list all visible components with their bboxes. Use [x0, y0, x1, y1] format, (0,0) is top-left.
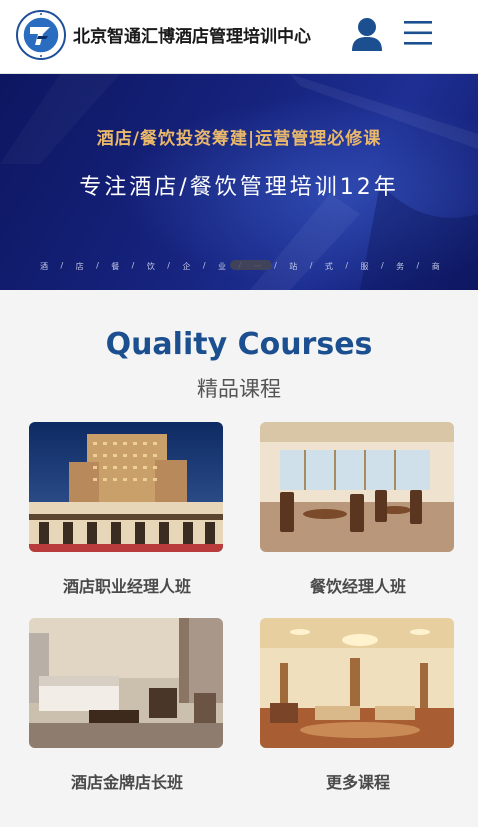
hotel-room-photo — [29, 618, 223, 748]
course-card-hotel-manager[interactable]: 酒店职业经理人班 — [29, 422, 225, 597]
banner-strip-char: / — [309, 261, 313, 270]
banner-strip-char: 式 — [324, 262, 333, 271]
banner-headline: 专注酒店/餐饮管理培训12年 — [79, 175, 399, 200]
banner-strip-char: 饮 — [146, 262, 155, 271]
carousel-indicator[interactable] — [230, 260, 272, 270]
banner-strip-char: 酒 — [40, 262, 48, 271]
hotel-lobby-photo — [260, 618, 454, 748]
course-label[interactable]: 餐饮经理人班 — [260, 573, 456, 597]
banner-strip-char: / — [416, 261, 420, 270]
course-label[interactable]: 更多课程 — [260, 769, 456, 793]
course-card-store-manager[interactable]: 酒店金牌店长班 — [29, 618, 225, 793]
banner-strip-char: / — [274, 261, 277, 270]
banner-strip-char: / — [96, 261, 99, 270]
section-subtitle: 精品课程 — [197, 377, 281, 401]
hero-banner[interactable]: 酒店/餐饮投资筹建|运营管理必修课 专注酒店/餐饮管理培训12年 酒 / 店 / 餐 / 饮… — [0, 74, 478, 290]
banner-strip-char: / — [60, 261, 64, 270]
banner-strip-char: 业 — [218, 262, 227, 271]
course-label[interactable]: 酒店职业经理人班 — [29, 573, 225, 597]
course-label[interactable]: 酒店金牌店长班 — [29, 769, 225, 793]
course-card-restaurant-manager[interactable]: 餐饮经理人班 — [260, 422, 456, 597]
hotel-exterior-photo — [29, 422, 223, 552]
banner-strip-char: 企 — [182, 262, 191, 271]
banner-strip-char: / — [202, 261, 206, 270]
banner-strip-char: 商 — [431, 262, 440, 271]
school-emblem-icon[interactable] — [16, 10, 66, 60]
hamburger-menu-icon[interactable] — [403, 18, 433, 48]
user-icon[interactable] — [350, 16, 384, 52]
banner-strip-char: 餐 — [111, 262, 120, 271]
section-title: Quality Courses — [105, 327, 373, 362]
banner-strip-char: / — [131, 261, 135, 270]
banner-strip-char: / — [380, 261, 384, 270]
banner-strip-char: / — [345, 261, 349, 270]
site-header: 北京智通汇博酒店管理培训中心 — [0, 0, 478, 74]
course-card-more-courses[interactable]: 更多课程 — [260, 618, 456, 793]
banner-strip-char: 店 — [75, 262, 84, 271]
banner-tagline: 酒店/餐饮投资筹建|运营管理必修课 — [96, 129, 382, 149]
restaurant-dining-photo — [260, 422, 454, 552]
banner-strip-char: 服 — [360, 262, 369, 271]
site-title: 北京智通汇博酒店管理培训中心 — [73, 27, 311, 47]
banner-strip-char: 务 — [396, 262, 405, 271]
banner-strip-char: 站 — [289, 262, 298, 271]
banner-strip-char: / — [167, 261, 170, 270]
